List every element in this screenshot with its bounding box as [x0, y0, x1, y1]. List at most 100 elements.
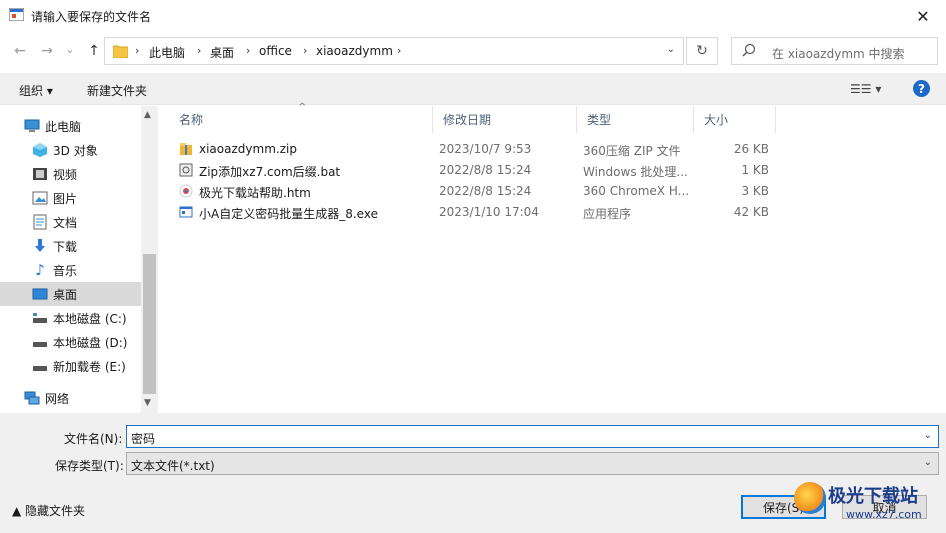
file-type: 360压缩 ZIP 文件 — [583, 144, 681, 158]
zip-icon — [180, 143, 192, 155]
sidebar-item-network[interactable]: 网络 — [0, 386, 141, 410]
scroll-up-icon[interactable]: ▲ — [144, 110, 151, 120]
scrollbar-thumb[interactable] — [143, 254, 156, 394]
address-bar[interactable]: › 此电脑 › 桌面 › office › xiaoazdymm › ⌄ — [104, 37, 684, 65]
filetype-label: 保存类型(T): — [55, 459, 124, 473]
chevron-down-icon[interactable]: ⌄ — [924, 430, 932, 441]
sidebar-item-downloads[interactable]: 下载 — [0, 234, 141, 258]
recent-locations-icon[interactable]: ⌄ — [60, 40, 80, 58]
sidebar-item-this-pc[interactable]: 此电脑 — [0, 114, 141, 138]
watermark-logo-icon — [794, 482, 826, 514]
search-box[interactable]: 在 xiaoazdymm 中搜索 — [731, 37, 938, 65]
filetype-select[interactable]: 文本文件(*.txt) ⌄ — [126, 452, 939, 475]
file-list: 名称 ^ 修改日期 类型 大小 xiaoazdymm.zip 2023/10/7… — [159, 102, 946, 413]
organize-button[interactable]: 组织 ▾ — [19, 82, 53, 99]
sidebar-item-drive-e[interactable]: 新加载卷 (E:) — [0, 354, 141, 378]
file-date: 2023/1/10 17:04 — [439, 205, 539, 219]
watermark-url: www.xz7.com — [846, 508, 922, 521]
up-arrow-icon[interactable]: ↑ — [84, 42, 104, 60]
network-icon — [24, 390, 40, 406]
sidebar-item-documents[interactable]: 文档 — [0, 210, 141, 234]
sidebar-item-label: 图片 — [53, 191, 78, 206]
sidebar-item-drive-c[interactable]: 本地磁盘 (C:) — [0, 306, 141, 330]
breadcrumb-separator[interactable]: › — [197, 44, 201, 57]
sidebar-item-music[interactable]: ♪ 音乐 — [0, 258, 141, 282]
sidebar-item-label: 3D 对象 — [53, 143, 98, 158]
command-bar: 组织 ▾ 新建文件夹 ☰☰ ▾ ? — [0, 73, 946, 105]
video-icon — [32, 166, 48, 182]
file-name: Zip添加xz7.com后缀.bat — [199, 165, 341, 179]
file-row[interactable]: Zip添加xz7.com后缀.bat 2022/8/8 15:24 Window… — [171, 160, 771, 181]
back-arrow-icon[interactable]: ← — [10, 42, 30, 60]
close-icon[interactable]: ✕ — [900, 0, 946, 32]
file-row[interactable]: 极光下载站帮助.htm 2022/8/8 15:24 360 ChromeX H… — [171, 181, 771, 202]
chevron-down-icon[interactable]: ⌄ — [924, 457, 932, 468]
sidebar-item-label: 音乐 — [53, 263, 78, 278]
breadcrumb-office[interactable]: office — [259, 44, 292, 58]
chevron-down-icon[interactable]: ⌄ — [667, 44, 675, 55]
watermark: 极光下载站 www.xz7.com — [792, 478, 942, 530]
file-date: 2022/8/8 15:24 — [439, 184, 532, 198]
file-row[interactable]: 小A自定义密码批量生成器_8.exe 2023/1/10 17:04 应用程序 … — [171, 202, 771, 223]
folder-icon — [113, 45, 128, 58]
title-bar: 请输入要保存的文件名 ✕ — [0, 0, 946, 32]
sidebar-scrollbar[interactable]: ▲ ▼ — [141, 106, 158, 413]
file-type: 应用程序 — [583, 207, 632, 221]
sidebar-item-drive-d[interactable]: 本地磁盘 (D:) — [0, 330, 141, 354]
column-header-type[interactable]: 类型 — [577, 106, 694, 133]
breadcrumb-separator[interactable]: › — [135, 44, 139, 57]
filename-field[interactable]: 密码 ⌄ — [126, 425, 939, 448]
file-name: 小A自定义密码批量生成器_8.exe — [199, 207, 378, 221]
scroll-down-icon[interactable]: ▼ — [144, 398, 151, 408]
search-input[interactable]: 在 xiaoazdymm 中搜索 — [772, 45, 905, 62]
filename-input[interactable]: 密码 — [131, 430, 155, 447]
sidebar-item-label: 桌面 — [53, 287, 78, 302]
sidebar-item-label: 文档 — [53, 215, 78, 230]
breadcrumb-xiaoazdymm[interactable]: xiaoazdymm — [316, 44, 393, 58]
sidebar-item-3d-objects[interactable]: 3D 对象 — [0, 138, 141, 162]
file-name: xiaoazdymm.zip — [199, 142, 297, 156]
htm-icon — [179, 184, 193, 198]
sidebar-item-label: 本地磁盘 (D:) — [53, 335, 128, 350]
hide-folders-toggle[interactable]: ▲ 隐藏文件夹 — [12, 502, 85, 519]
file-type: Windows 批处理... — [583, 165, 688, 179]
new-folder-button[interactable]: 新建文件夹 — [87, 82, 147, 99]
drive-icon — [32, 310, 48, 326]
breadcrumb-this-pc[interactable]: 此电脑 — [149, 44, 185, 61]
search-icon — [742, 43, 756, 57]
forward-arrow-icon[interactable]: → — [37, 42, 57, 60]
sidebar-item-label: 下载 — [53, 239, 78, 254]
sidebar-item-videos[interactable]: 视频 — [0, 162, 141, 186]
breadcrumb-separator[interactable]: › — [303, 44, 307, 57]
desktop-icon — [32, 286, 48, 302]
column-header-size[interactable]: 大小 — [694, 106, 776, 133]
navigation-pane: 此电脑 3D 对象 视频 图片 文档 下载 ♪ 音乐 桌面 本地磁盘 (C:) … — [0, 106, 158, 413]
file-size: 26 KB — [733, 142, 769, 156]
help-icon[interactable]: ? — [913, 80, 930, 97]
file-date: 2022/8/8 15:24 — [439, 163, 532, 177]
sidebar-item-label: 此电脑 — [45, 119, 82, 134]
drive-icon — [32, 334, 48, 350]
window-title: 请输入要保存的文件名 — [31, 10, 152, 24]
filename-label: 文件名(N): — [64, 432, 123, 446]
file-row[interactable]: xiaoazdymm.zip 2023/10/7 9:53 360压缩 ZIP … — [171, 139, 771, 160]
app-icon — [9, 8, 24, 21]
file-name: 极光下载站帮助.htm — [199, 186, 311, 200]
sidebar-item-desktop[interactable]: 桌面 — [0, 282, 141, 306]
view-options-button[interactable]: ☰☰ ▾ — [850, 82, 881, 96]
breadcrumb-separator[interactable]: › — [397, 44, 401, 57]
drive-icon — [32, 358, 48, 374]
sort-ascending-icon: ^ — [298, 102, 307, 113]
file-size: 1 KB — [741, 163, 769, 177]
breadcrumb-desktop[interactable]: 桌面 — [210, 44, 234, 61]
file-size: 3 KB — [741, 184, 769, 198]
breadcrumb-separator[interactable]: › — [246, 44, 250, 57]
pictures-icon — [32, 190, 48, 206]
sidebar-item-pictures[interactable]: 图片 — [0, 186, 141, 210]
column-header-date[interactable]: 修改日期 — [433, 106, 577, 133]
music-icon: ♪ — [35, 261, 45, 279]
sidebar-item-label: 视频 — [53, 167, 78, 182]
bat-icon — [179, 163, 193, 177]
refresh-button[interactable]: ↻ — [686, 37, 718, 65]
file-date: 2023/10/7 9:53 — [439, 142, 532, 156]
